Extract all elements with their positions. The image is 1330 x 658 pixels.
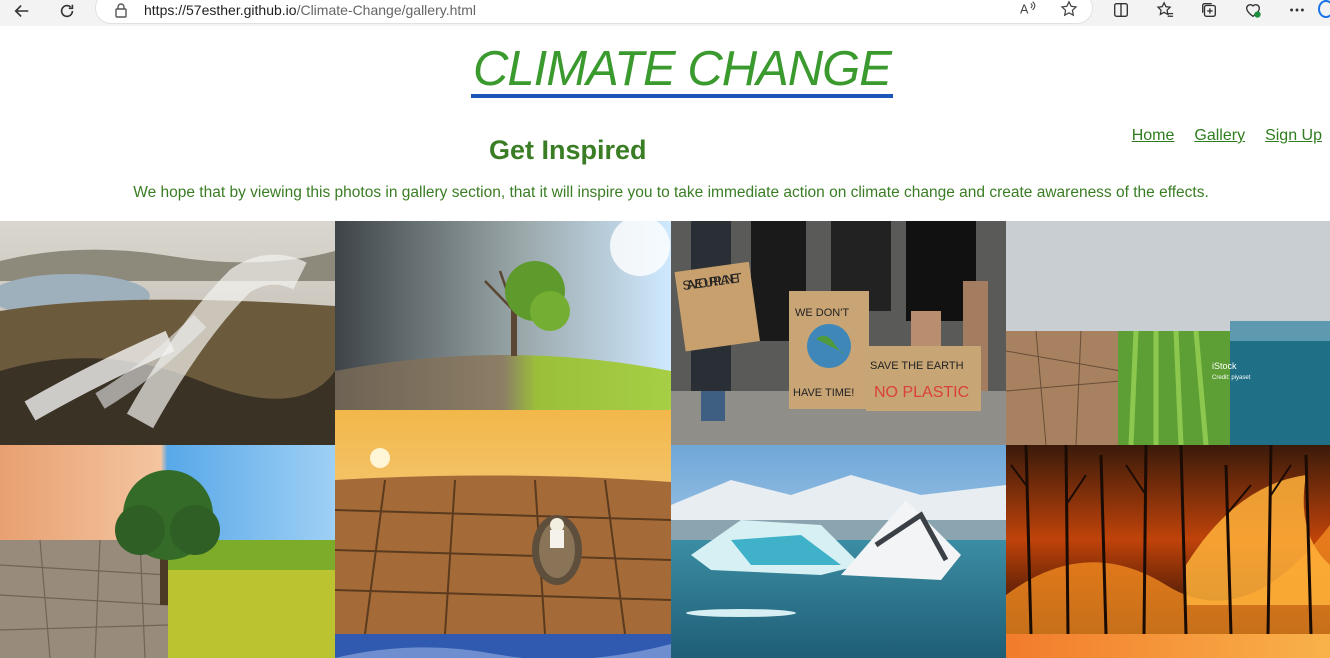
sign-have-time: HAVE TIME! <box>793 387 854 399</box>
sign-no-plastic: NO PLASTIC <box>874 384 969 401</box>
more-icon[interactable] <box>1284 0 1310 20</box>
split-screen-icon[interactable] <box>1108 0 1134 20</box>
refresh-icon[interactable] <box>53 0 81 22</box>
back-arrow-icon[interactable] <box>8 0 36 22</box>
url-path: /Climate-Change/gallery.html <box>296 2 477 18</box>
url-domain: https://57esther.github.io <box>144 2 297 18</box>
section-heading: Get Inspired <box>489 135 647 165</box>
site-title-text[interactable]: CLIMATE CHANGE <box>471 44 893 98</box>
gallery-photo-tree-dry-and-green-halves[interactable] <box>0 445 335 658</box>
browser-toolbar: https://57esther.github.io/Climate-Chang… <box>0 0 1330 26</box>
read-aloud-icon[interactable]: A <box>1018 0 1040 19</box>
lock-icon[interactable] <box>114 2 128 18</box>
gallery-photo-partial-sunset[interactable] <box>1006 634 1330 658</box>
favorites-icon[interactable] <box>1152 0 1178 20</box>
svg-text:A: A <box>1020 3 1029 17</box>
address-url[interactable]: https://57esther.github.io/Climate-Chang… <box>144 2 476 18</box>
gallery-photo-partial-sky[interactable] <box>335 634 671 658</box>
gallery-photo-tree-drought-contrast[interactable] <box>335 221 671 410</box>
profile-icon[interactable] <box>1318 0 1330 18</box>
main-nav: Home Gallery Sign Up <box>1132 127 1322 145</box>
collections-icon[interactable] <box>1196 0 1222 20</box>
site-title[interactable]: CLIMATE CHANGE <box>0 44 1330 98</box>
intro-text: We hope that by viewing this photos in g… <box>133 184 1209 201</box>
gallery-photo-wildfire-smoke-landscape[interactable] <box>0 221 335 445</box>
gallery-photo-climate-protest-signs[interactable]: SAVE OUR PLANET WE DON'T HAVE TIME! SAVE… <box>671 221 1006 445</box>
watermark-credit: Credit: piyaset <box>1212 375 1251 381</box>
nav-home-link[interactable]: Home <box>1132 127 1175 145</box>
gallery-photo-melting-iceberg[interactable] <box>671 445 1006 658</box>
nav-gallery-link[interactable]: Gallery <box>1194 127 1245 145</box>
watermark-brand: iStock <box>1212 361 1237 371</box>
address-bar[interactable]: https://57esther.github.io/Climate-Chang… <box>95 0 1093 24</box>
favorite-star-icon[interactable] <box>1058 0 1080 19</box>
nav-signup-link[interactable]: Sign Up <box>1265 127 1322 145</box>
browser-essentials-icon[interactable] <box>1240 0 1266 20</box>
sign-we-dont: WE DON'T <box>795 307 849 319</box>
gallery-photo-drought-field-sea[interactable]: iStock Credit: piyaset <box>1006 221 1330 445</box>
gallery-photo-boat-on-dry-lakebed[interactable] <box>335 410 671 634</box>
sign-save-the-earth: SAVE THE EARTH <box>870 360 964 372</box>
gallery-photo-forest-fire[interactable] <box>1006 445 1330 634</box>
